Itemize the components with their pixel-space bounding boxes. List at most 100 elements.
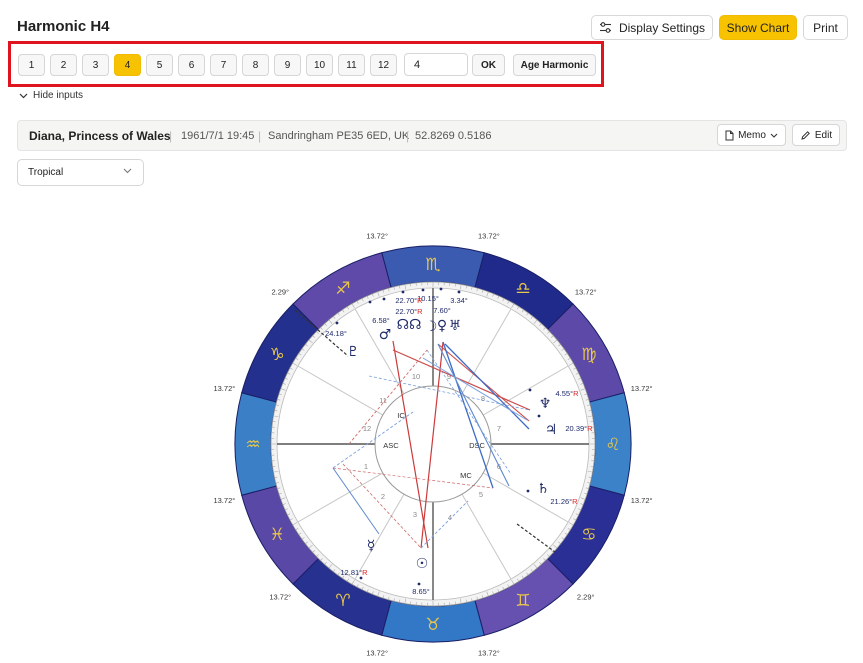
- planet-position-dot: [359, 576, 363, 580]
- sign-glyph-aquarius: ♒: [245, 435, 260, 455]
- planet-position-dot: [401, 290, 405, 294]
- house-number: 2: [381, 492, 385, 501]
- page-title: Harmonic H4: [17, 18, 110, 35]
- planet-position-dot: [439, 287, 443, 291]
- subject-place: Sandringham PE35 6ED, UK: [268, 130, 410, 142]
- sliders-icon: [599, 22, 611, 33]
- degree-value: 22.70°: [395, 296, 417, 305]
- zodiac-type-value: Tropical: [28, 167, 64, 178]
- house-number: 4: [448, 513, 452, 522]
- retrograde-marker: R: [587, 424, 593, 433]
- harmonic-3-button[interactable]: 3: [82, 54, 109, 76]
- planet-degree-label: 24.18°: [325, 329, 347, 338]
- harmonic-11-button[interactable]: 11: [338, 54, 365, 76]
- cusp-degree-label: 2.29°: [271, 287, 289, 296]
- harmonic-7-button[interactable]: 7: [210, 54, 237, 76]
- harmonic-2-button[interactable]: 2: [50, 54, 77, 76]
- show-chart-button[interactable]: Show Chart: [719, 15, 797, 40]
- house-number: 10: [412, 372, 420, 381]
- planet-degree-label: 12.81°R: [340, 568, 368, 577]
- planet-glyph: ♀: [437, 318, 447, 334]
- sign-glyph-libra: ♎: [515, 279, 530, 299]
- asc-label: ASC: [383, 441, 399, 450]
- house-number: 8: [481, 394, 485, 403]
- planet-position-dot: [335, 321, 339, 325]
- cusp-degree-label: 13.72°: [631, 496, 653, 505]
- harmonic-9-button[interactable]: 9: [274, 54, 301, 76]
- sign-glyph-gemini: ♊: [515, 591, 530, 611]
- memo-label: Memo: [738, 129, 766, 141]
- harmonic-8-button[interactable]: 8: [242, 54, 269, 76]
- harmonic-12-button[interactable]: 12: [370, 54, 397, 76]
- degree-value: 3.34°: [450, 296, 468, 305]
- sign-glyph-cancer: ♋: [581, 525, 596, 545]
- harmonic-5-button[interactable]: 5: [146, 54, 173, 76]
- house-number: 3: [413, 510, 417, 519]
- edit-button[interactable]: Edit: [792, 124, 840, 146]
- retrograde-marker: R: [417, 296, 423, 305]
- planet-position-dot: [457, 290, 461, 294]
- subject-datetime: 1961/7/1 19:45: [181, 130, 255, 142]
- degree-value: 22.70°: [395, 307, 417, 316]
- hide-inputs-toggle[interactable]: Hide inputs: [19, 90, 83, 101]
- sign-glyph-pisces: ♓: [269, 525, 284, 545]
- degree-value: 21.26°: [550, 497, 572, 506]
- subject-coords: 52.8269 0.5186: [415, 130, 492, 142]
- sign-glyph-sagittarius: ♐: [335, 279, 350, 299]
- cusp-degree-label: 13.72°: [478, 231, 500, 240]
- planet-degree-label: 6.58°: [372, 316, 390, 325]
- degree-value: 8.65°: [412, 587, 430, 596]
- edit-label: Edit: [814, 129, 833, 141]
- house-number: 5: [479, 490, 483, 499]
- print-button[interactable]: Print: [803, 15, 848, 40]
- pencil-icon: [801, 130, 810, 140]
- zodiac-type-select[interactable]: Tropical: [17, 159, 144, 186]
- planet-glyph: ☿: [367, 538, 376, 554]
- memo-button[interactable]: Memo: [717, 124, 786, 146]
- sign-glyph-aries: ♈: [335, 591, 350, 611]
- chevron-down-icon: [19, 93, 28, 98]
- planet-degree-label: 22.70°R: [395, 307, 423, 316]
- harmonic-4-button[interactable]: 4: [114, 54, 141, 76]
- planet-degree-label: 8.65°: [412, 587, 430, 596]
- hide-inputs-label: Hide inputs: [33, 90, 84, 101]
- node-degree-label: 22.70°R: [395, 296, 423, 305]
- degree-value: 4.55°: [555, 389, 573, 398]
- separator: |: [169, 129, 173, 143]
- cusp-degree-label: 13.72°: [213, 384, 235, 393]
- degree-value: 6.58°: [372, 316, 390, 325]
- planet-position-dot: [528, 388, 532, 392]
- cusp-degree-label: 13.72°: [575, 287, 597, 296]
- planet-glyph: ☽: [425, 319, 438, 335]
- display-settings-label: Display Settings: [618, 20, 706, 35]
- harmonic-1-button[interactable]: 1: [18, 54, 45, 76]
- planet-glyph: ♅: [449, 318, 462, 334]
- planet-degree-label: 4.55°R: [555, 389, 579, 398]
- planet-glyph: ♃: [545, 422, 558, 438]
- retrograde-marker: R: [573, 389, 579, 398]
- document-icon: [725, 130, 734, 140]
- planet-glyph: ♇: [347, 344, 360, 360]
- harmonic-10-button[interactable]: 10: [306, 54, 333, 76]
- ok-button[interactable]: OK: [472, 54, 505, 76]
- age-harmonic-button[interactable]: Age Harmonic: [513, 54, 596, 76]
- planet-position-dot: [526, 489, 530, 493]
- planet-degree-label: 20.39°R: [565, 424, 593, 433]
- retrograde-marker: R: [417, 307, 423, 316]
- planet-position-dot: [537, 414, 541, 418]
- subject-name: Diana, Princess of Wales: [29, 129, 171, 143]
- harmonic-number-input[interactable]: [404, 53, 468, 76]
- chevron-down-icon: [770, 133, 778, 138]
- planet-position-dot: [382, 297, 386, 301]
- chevron-down-icon: [123, 166, 132, 177]
- separator: |: [258, 129, 262, 143]
- display-settings-button[interactable]: Display Settings: [591, 15, 713, 40]
- retrograde-marker: R: [572, 497, 578, 506]
- cusp-degree-label: 13.72°: [631, 384, 653, 393]
- planet-position-dot: [368, 300, 372, 304]
- house-number: 1: [364, 462, 368, 471]
- degree-value: 20.39°: [565, 424, 587, 433]
- cusp-degree-label: 13.72°: [269, 593, 291, 602]
- harmonic-6-button[interactable]: 6: [178, 54, 205, 76]
- planet-degree-label: 21.26°R: [550, 497, 578, 506]
